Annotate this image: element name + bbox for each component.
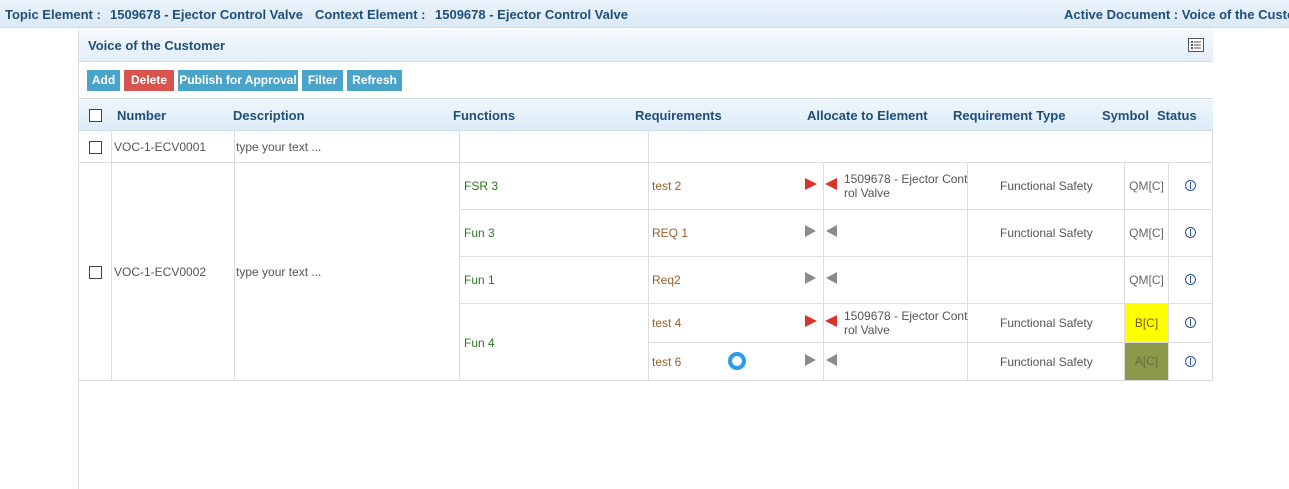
publish-for-approval-button[interactable]: Publish for Approval [178, 70, 298, 91]
col-description[interactable]: Description [233, 100, 305, 131]
loading-spinner-icon [728, 352, 746, 370]
row-checkbox[interactable] [89, 266, 102, 279]
context-element-value: 1509678 - Ejector Control Valve [435, 7, 628, 22]
allocated-element: 1509678 - Ejector Control Valve [844, 309, 968, 337]
symbol-badge: QM[C] [1129, 226, 1164, 240]
panel-title: Voice of the Customer [88, 38, 226, 53]
requirement-type: Functional Safety [1000, 226, 1093, 240]
col-symbol[interactable]: Symbol [1102, 100, 1149, 131]
deallocate-arrow-icon[interactable] [826, 272, 837, 284]
context-element-label: Context Element : [315, 7, 426, 22]
topic-element-value: 1509678 - Ejector Control Valve [110, 7, 303, 22]
col-number[interactable]: Number [117, 100, 166, 131]
deallocate-arrow-icon[interactable] [826, 354, 837, 366]
function-item[interactable]: Fun 4 [464, 336, 495, 350]
status-info-icon[interactable] [1185, 227, 1196, 238]
status-info-icon[interactable] [1185, 180, 1196, 191]
table-header: Number Description Functions Requirement… [79, 100, 1213, 131]
symbol-badge: B[C] [1125, 304, 1168, 342]
symbol-badge: QM[C] [1129, 273, 1164, 287]
status-info-icon[interactable] [1185, 356, 1196, 367]
col-status[interactable]: Status [1157, 100, 1197, 131]
requirement-item[interactable]: test 6 [652, 355, 681, 369]
deallocate-arrow-icon[interactable] [825, 315, 837, 327]
symbol-badge: A[C] [1125, 343, 1168, 380]
requirement-item[interactable]: Req2 [652, 273, 681, 287]
row-description[interactable]: type your text ... [236, 265, 321, 279]
topic-element-label: Topic Element : [5, 7, 101, 22]
allocate-arrow-icon[interactable] [805, 354, 816, 366]
function-item[interactable]: FSR 3 [464, 179, 498, 193]
requirement-item[interactable]: test 4 [652, 316, 681, 330]
voc-panel: Voice of the Customer Add Delete Publish… [78, 30, 1213, 489]
col-allocate-to-element[interactable]: Allocate to Element [807, 100, 928, 131]
deallocate-arrow-icon[interactable] [825, 178, 837, 190]
allocate-arrow-icon[interactable] [805, 178, 817, 190]
symbol-badge: QM[C] [1129, 179, 1164, 193]
delete-button[interactable]: Delete [124, 70, 174, 91]
allocate-arrow-icon[interactable] [805, 272, 816, 284]
panel-header: Voice of the Customer [79, 30, 1213, 62]
requirement-item[interactable]: REQ 1 [652, 226, 688, 240]
toolbar: Add Delete Publish for Approval Filter R… [79, 62, 1213, 99]
function-item[interactable]: Fun 3 [464, 226, 495, 240]
deallocate-arrow-icon[interactable] [826, 225, 837, 237]
status-info-icon[interactable] [1185, 317, 1196, 328]
col-requirements[interactable]: Requirements [635, 100, 722, 131]
row-checkbox[interactable] [89, 141, 102, 154]
grid-list-icon[interactable] [1188, 38, 1204, 52]
context-bar: Topic Element : 1509678 - Ejector Contro… [0, 0, 1289, 28]
select-all-checkbox[interactable] [89, 109, 102, 122]
allocate-arrow-icon[interactable] [805, 225, 816, 237]
requirement-type: Functional Safety [1000, 316, 1093, 330]
active-document: Active Document : Voice of the Custom [1064, 7, 1289, 22]
requirement-type: Functional Safety [1000, 355, 1093, 369]
allocated-element: 1509678 - Ejector Control Valve [844, 172, 968, 200]
row-description[interactable]: type your text ... [236, 140, 321, 154]
add-button[interactable]: Add [87, 70, 120, 91]
allocate-arrow-icon[interactable] [805, 315, 817, 327]
col-requirement-type[interactable]: Requirement Type [953, 100, 1065, 131]
requirement-type: Functional Safety [1000, 179, 1093, 193]
row-number: VOC-1-ECV0001 [114, 140, 207, 154]
function-item[interactable]: Fun 1 [464, 273, 495, 287]
row-number: VOC-1-ECV0002 [114, 265, 207, 279]
status-info-icon[interactable] [1185, 274, 1196, 285]
refresh-button[interactable]: Refresh [347, 70, 402, 91]
requirement-item[interactable]: test 2 [652, 179, 681, 193]
filter-button[interactable]: Filter [302, 70, 343, 91]
col-functions[interactable]: Functions [453, 100, 515, 131]
